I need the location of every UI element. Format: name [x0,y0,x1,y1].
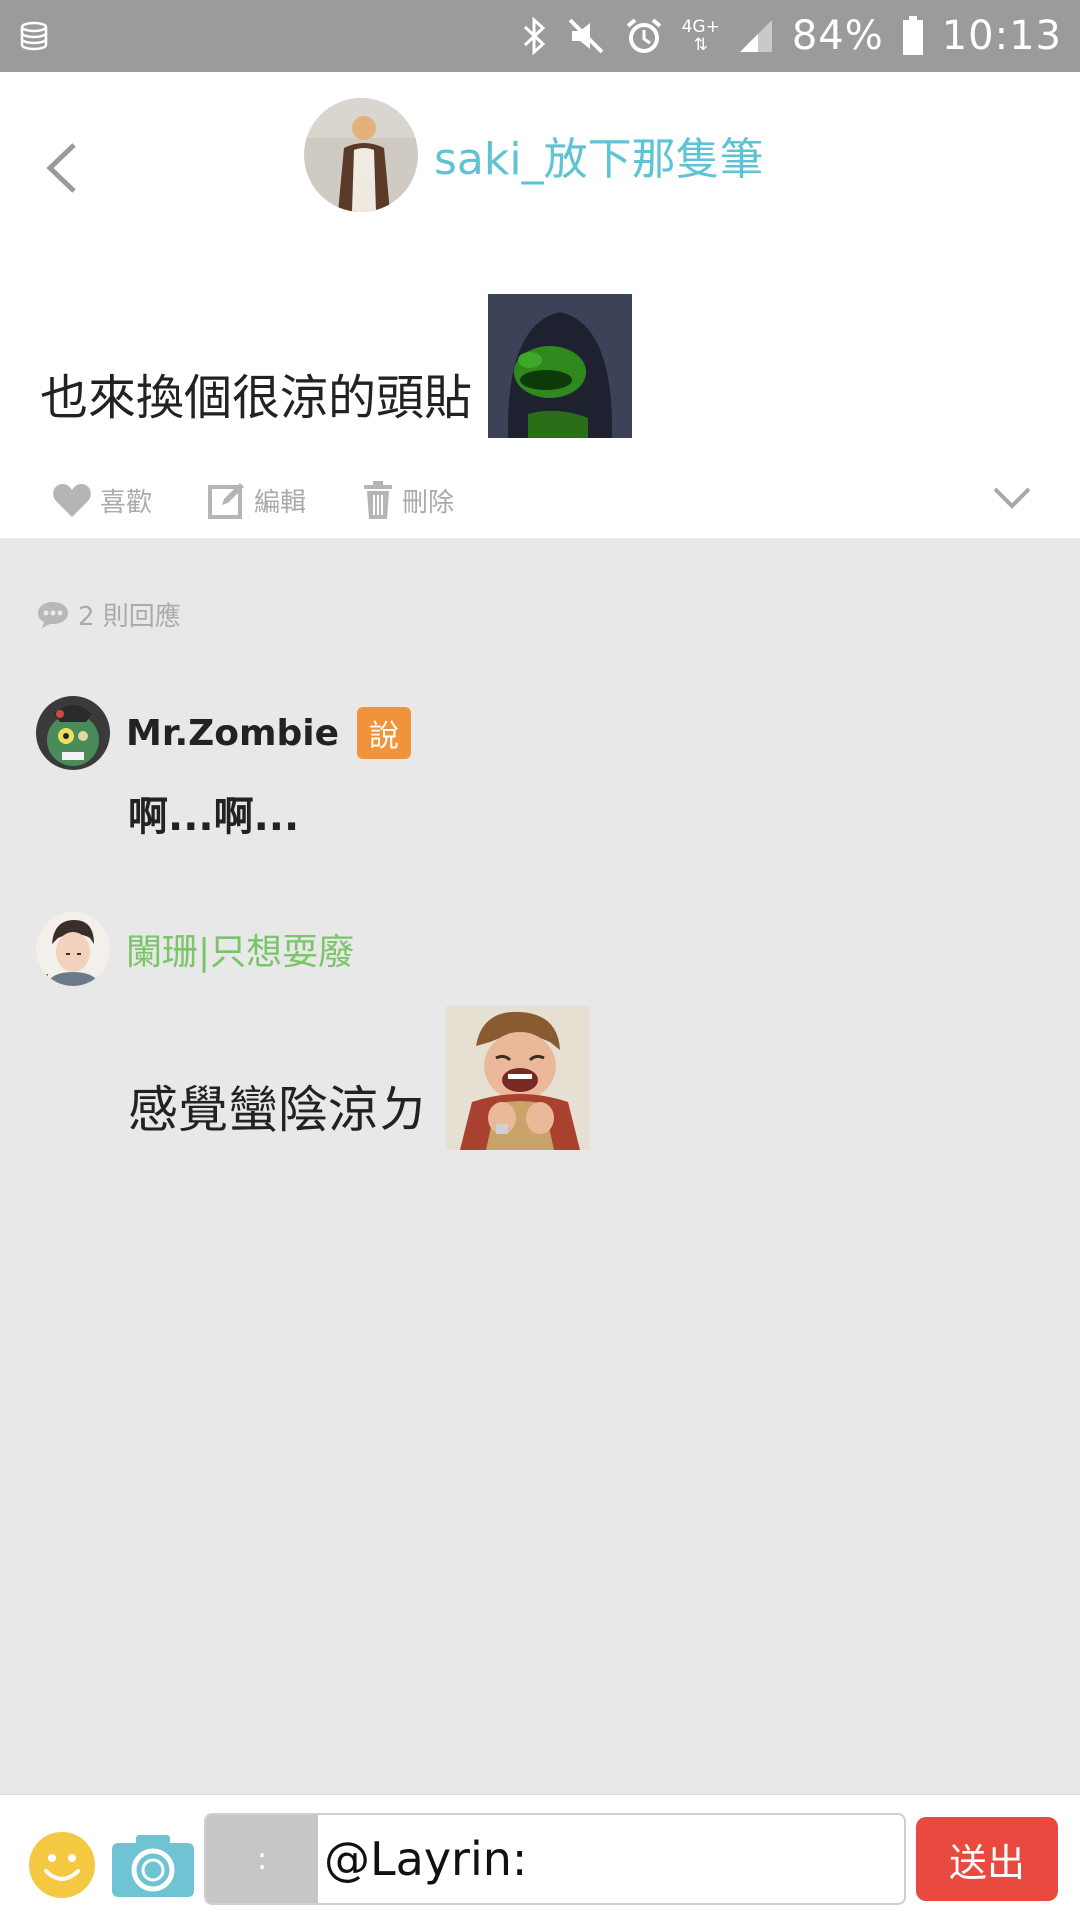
storage-icon [18,21,50,51]
post-content: 也來換個很涼的頭貼 [40,294,633,438]
comment-count: 2 則回應 [36,596,181,633]
author-name[interactable]: saki_放下那隻筆 [434,123,764,187]
reply-bar: : 送出 [0,1794,1080,1920]
post-author[interactable]: saki_放下那隻筆 [304,98,764,212]
chevron-down-icon [993,487,1031,509]
comment-text: 啊...啊... [128,794,300,840]
commenter-avatar[interactable] [36,912,110,986]
input-prefix[interactable]: : [206,1815,318,1903]
speech-bubble-icon [38,601,68,628]
camera-icon [112,1835,194,1897]
camera-button[interactable] [110,1831,196,1899]
kermit-hood-sticker [488,294,633,438]
mute-icon [566,16,606,56]
like-button[interactable]: 喜歡 [52,482,152,519]
back-button[interactable] [36,128,86,208]
post-text: 也來換個很涼的頭貼 [40,370,473,426]
post-card: saki_放下那隻筆 也來換個很涼的頭貼 喜歡 編輯 刪除 [0,72,1080,538]
delete-label: 刪除 [402,487,455,518]
comment-count-label: 2 則回應 [78,602,181,632]
delete-button[interactable]: 刪除 [362,481,454,519]
comment-item: Mr.Zombie 說 啊...啊... [36,696,411,842]
emoji-button[interactable] [28,1831,96,1899]
clock: 10:13 [941,13,1062,59]
comment-item: 闌珊|只想耍廢 感覺蠻陰涼ㄉ [36,912,590,1150]
expand-button[interactable] [992,486,1032,514]
edit-button[interactable]: 編輯 [208,481,306,519]
post-actions: 喜歡 編輯 刪除 [52,472,1032,528]
commenter-name[interactable]: Mr.Zombie [126,713,339,754]
battery-percent: 84% [791,13,884,59]
alarm-icon [624,16,664,56]
trash-icon [364,481,393,519]
battery-icon [902,16,924,56]
like-label: 喜歡 [100,487,153,518]
commenter-name[interactable]: 闌珊|只想耍廢 [126,923,354,975]
network-type: 4G+ ⇅ [681,17,720,55]
signal-icon [738,18,774,54]
smiley-icon [29,1832,95,1898]
commenter-avatar[interactable] [36,696,110,770]
author-avatar[interactable] [304,98,418,212]
reply-input-container: : [204,1813,906,1905]
reply-input[interactable] [318,1815,904,1903]
bluetooth-icon [522,16,548,56]
chevron-left-icon [46,143,76,193]
status-bar: 4G+ ⇅ 84% 10:13 [0,0,1080,72]
send-button[interactable]: 送出 [916,1817,1058,1901]
laughing-man-sticker [446,1006,590,1150]
comment-text: 感覺蠻陰涼ㄉ [128,1081,428,1139]
say-badge: 說 [357,707,411,759]
edit-icon [208,483,245,519]
heart-icon [53,484,91,517]
edit-label: 編輯 [254,487,307,518]
